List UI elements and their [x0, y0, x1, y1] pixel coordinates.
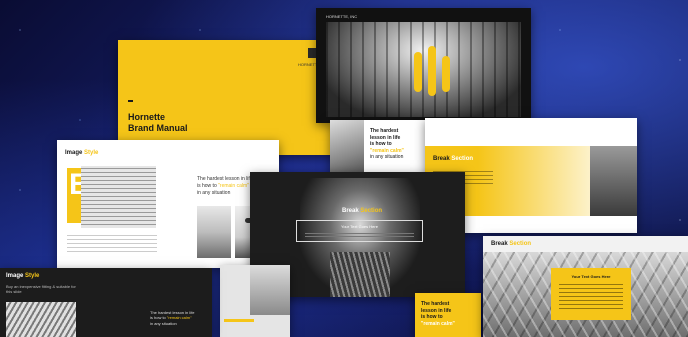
break-right-title-accent: Section: [451, 156, 474, 162]
mid-photo: [330, 120, 364, 180]
center-title-accent: Section: [360, 208, 383, 214]
slide-brand-manual: HORNETTE Hornette Brand Manual: [118, 40, 343, 155]
bl-quote-line2: is how to: [150, 315, 166, 321]
quote-line2: is how to: [197, 183, 217, 189]
brand-title-line2: Brand Manual: [128, 123, 188, 134]
bottom-right-box-heading: Your Text Goes Here: [571, 274, 611, 279]
bottom-right-title: Break Section: [491, 241, 531, 247]
mid-quote-line4: in any situation: [370, 154, 404, 160]
bottom-left-title-accent: Style: [25, 273, 40, 279]
bottom-left-title-word: Image: [6, 273, 24, 279]
slide-image-style: Image Style B The hardest lesson in life…: [57, 140, 279, 268]
escalator-photo: [330, 252, 390, 297]
break-right-title: Break Section: [433, 156, 473, 162]
slide-yellow-quote: The hardest lesson in life is how to "re…: [415, 293, 481, 337]
grey-yellow-bar: [224, 319, 254, 322]
center-title: Break Section: [342, 208, 382, 214]
center-text-box: Your Text Goes Here: [296, 220, 423, 242]
image-style-title: Image Style: [65, 150, 98, 156]
image-style-title-accent: Style: [84, 150, 99, 156]
center-box-heading: Your Text Goes Here: [341, 224, 378, 229]
bottom-right-box-body: [559, 283, 623, 309]
slide-dark-top: HORNETTE, INC: [316, 8, 531, 123]
yellow-pill-3: [442, 56, 450, 92]
yellow-pill-1: [414, 52, 422, 92]
bottom-right-title-word: Break: [491, 241, 508, 247]
slide-break-section-bottom: Break Section Your Text Goes Here: [483, 236, 688, 337]
crowd-photo: [590, 146, 637, 216]
slide-grey-building: [220, 265, 290, 337]
small-photo-building: [197, 206, 231, 258]
yellow-quote-text: The hardest lesson in life is how to "re…: [421, 301, 455, 327]
image-style-quote: The hardest lesson in life is how to "re…: [197, 176, 253, 197]
bottom-left-photo: [6, 302, 76, 337]
bl-quote-line3: in any situation: [150, 320, 177, 326]
slide-image-style-dark: Image Style Buy an inexpensive fitting &…: [0, 268, 212, 337]
quote-highlight: "remain calm": [218, 183, 249, 189]
image-style-body-text: [67, 232, 157, 252]
slide-mid-quote: The hardest lesson in life is how to "re…: [330, 120, 430, 180]
center-box-body: [305, 231, 414, 238]
quote-line1: The hardest lesson in life: [197, 176, 253, 182]
brand-title-line1: Hornette: [128, 112, 166, 122]
bl-quote-highlight: "remain calm": [166, 315, 192, 321]
bottom-left-subtitle: Buy an inexpensive fitting & suitable fo…: [6, 284, 76, 295]
brand-title: Hornette Brand Manual: [128, 112, 188, 135]
grey-building-photo: [250, 265, 290, 315]
dark-top-label: HORNETTE, INC: [326, 14, 358, 19]
brand-small-mark: [128, 100, 133, 102]
mid-quote-text: The hardest lesson in life is how to "re…: [370, 128, 404, 161]
architecture-photo: [326, 22, 521, 117]
building-photo-left: [81, 166, 156, 228]
quote-line3: in any situation: [197, 190, 231, 196]
bottom-right-yellow-box: Your Text Goes Here: [551, 268, 631, 320]
bottom-left-quote: The hardest lesson in life is how to "re…: [150, 310, 194, 326]
image-style-title-word: Image: [65, 150, 83, 156]
yellow-pill-2: [428, 46, 436, 96]
yq-highlight: "remain calm": [421, 320, 455, 327]
arch-ribs: [326, 22, 521, 117]
bottom-left-title: Image Style: [6, 273, 39, 279]
center-title-word: Break: [342, 208, 359, 214]
break-right-title-word: Break: [433, 156, 450, 162]
bottom-right-title-accent: Section: [509, 241, 532, 247]
